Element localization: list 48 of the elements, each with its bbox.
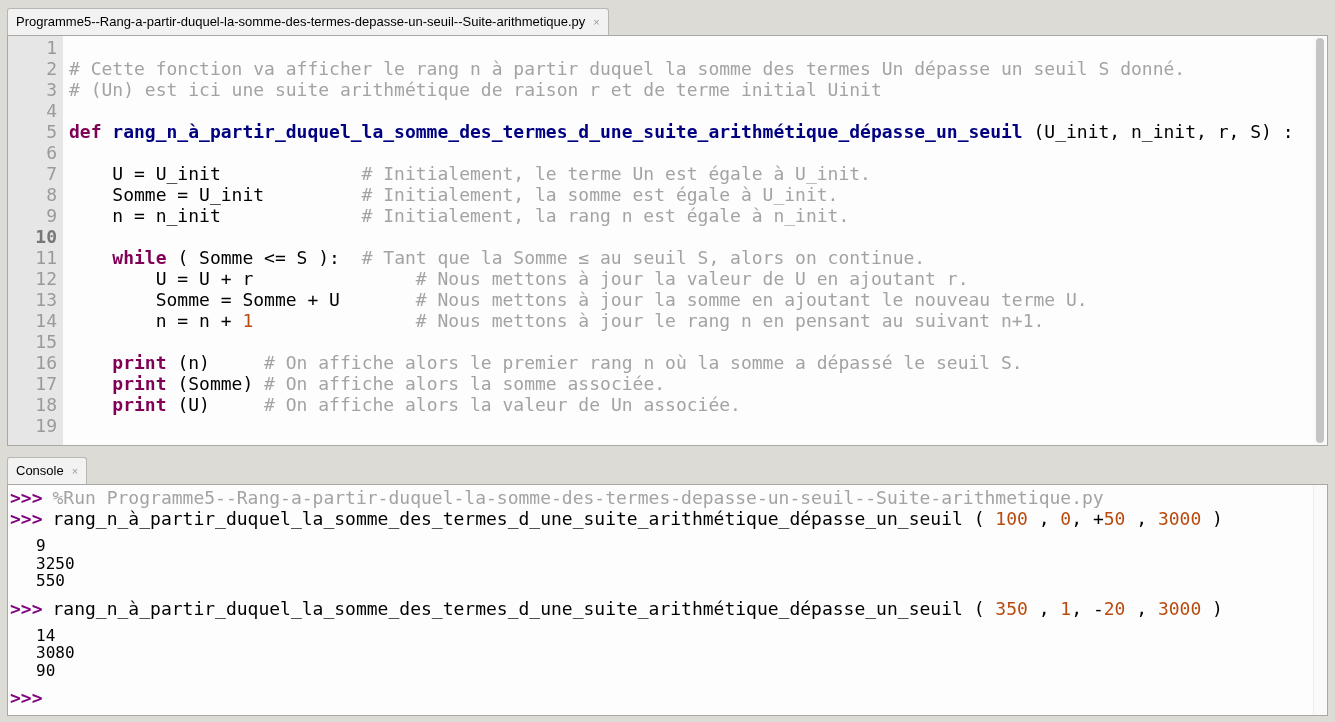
line-number: 11	[34, 247, 58, 268]
line-number: 7	[45, 163, 58, 184]
line-number: 4	[45, 100, 58, 121]
code-line: Somme = U_init # Initialement, la somme est égale à U_init.	[111, 184, 839, 205]
console-output-line: 14	[36, 626, 56, 644]
line-number: 10	[34, 226, 58, 247]
line-number: 14	[34, 310, 58, 331]
code-line: n = n_init # Initialement, la rang n est égale à n_init.	[111, 205, 850, 226]
code-line: while ( Somme <= S ): # Tant que la Somme ≤ au seuil S, alors on continue.	[111, 247, 926, 268]
console-output-line: 3080	[36, 644, 75, 662]
line-number: 9	[45, 205, 58, 226]
line-number: 8	[45, 184, 58, 205]
line-number: 19	[34, 415, 58, 436]
line-number: 15	[34, 331, 58, 352]
console-tab[interactable]: Console ×	[7, 457, 88, 484]
console-output-line: 3250	[36, 554, 75, 572]
line-number: 18	[34, 394, 58, 415]
scrollbar-thumb[interactable]	[1316, 38, 1324, 443]
prompt: >>>	[10, 597, 43, 619]
line-number: 3	[45, 79, 58, 100]
console-input-line: %Run Programme5--Rang-a-partir-duquel-la-somme-des-termes-depasse-un-seuil--Suite-arithmetique.py	[52, 487, 1104, 508]
console-output-line: 90	[36, 661, 56, 679]
code-line: print (n) # On affiche alors le premier rang n où la somme a dépassé le seuil S.	[111, 352, 1023, 373]
line-number: 16	[34, 352, 58, 373]
prompt: >>>	[10, 687, 43, 708]
console-output-line: 550	[36, 572, 65, 590]
code-line: print (U) # On affiche alors la valeur de Un associée.	[111, 394, 741, 415]
code-line: print (Somme) # On affiche alors la somme associée.	[111, 373, 666, 394]
code-line: # (Un) est ici une suite arithmétique de raison r et de terme initial Uinit	[69, 79, 882, 100]
line-number: 5	[45, 121, 58, 142]
code-line: def rang_n_à_partir_duquel_la_somme_des_termes_d_une_suite_arithmétique_dépasse_un_seuil (U_init, n_init, r, S) :	[69, 121, 1294, 142]
prompt: >>>	[10, 487, 43, 508]
console-input-line: rang_n_à_partir_duquel_la_somme_des_termes_d_une_suite_arithmétique_dépasse_un_seuil ( 100 , 0, +50 , 3000 )	[52, 508, 1223, 529]
code-line: n = n + 1 # Nous mettons à jour le rang n en pensant au suivant n+1.	[154, 310, 1045, 331]
code-line: Somme = Somme + U # Nous mettons à jour la somme en ajoutant le nouveau terme U.	[154, 289, 1088, 310]
code-line: U = U + r # Nous mettons à jour la valeur de U en ajoutant r.	[154, 268, 969, 289]
line-number: 17	[34, 373, 58, 394]
line-number: 2	[45, 58, 58, 79]
code-line: U = U_init # Initialement, le terme Un est égale à U_init.	[111, 163, 871, 184]
editor-tab[interactable]: Programme5--Rang-a-partir-duquel-la-somme-des-termes-depasse-un-seuil--Suite-arithmetique.py ×	[7, 8, 609, 35]
code-line: # Cette fonction va afficher le rang n à partir duquel la somme des termes Un dépasse un seuil S donné.	[69, 58, 1186, 79]
prompt: >>>	[10, 508, 43, 529]
line-number: 1	[45, 37, 58, 58]
console-output-line: 9	[36, 537, 46, 555]
console-input-line: rang_n_à_partir_duquel_la_somme_des_termes_d_une_suite_arithmétique_dépasse_un_seuil ( 350 , 1, -20 , 3000 )	[52, 597, 1223, 619]
line-number: 6	[45, 142, 58, 163]
line-number: 12	[34, 268, 58, 289]
line-number: 13	[34, 289, 58, 310]
